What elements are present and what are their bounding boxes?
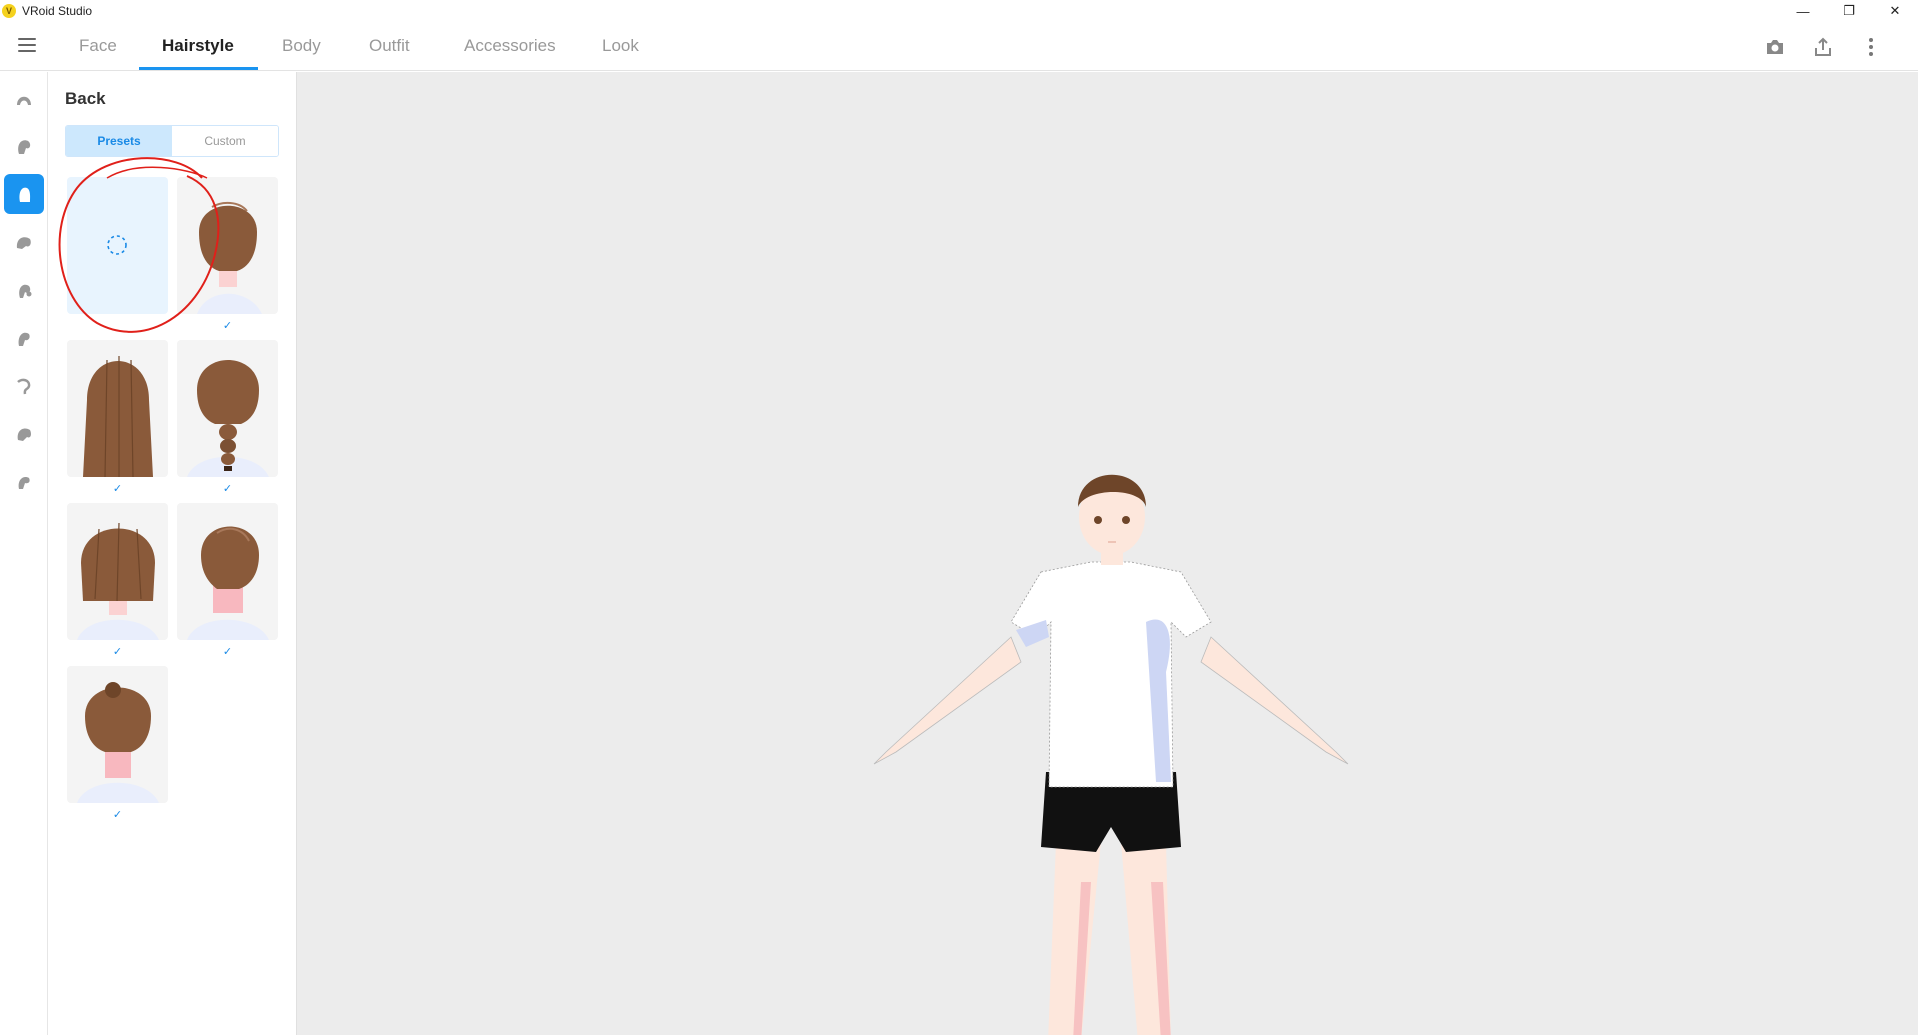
restore-button[interactable]: ❐ (1826, 0, 1872, 22)
tab-look[interactable]: Look (602, 36, 639, 56)
hair-curl-icon[interactable] (4, 366, 44, 406)
preset-check: ✓ (112, 646, 123, 658)
preset-bun[interactable] (67, 666, 168, 803)
camera-icon[interactable] (1762, 34, 1788, 60)
hair-extra-icon[interactable] (4, 318, 44, 358)
hair-front-icon[interactable] (4, 78, 44, 118)
tab-custom[interactable]: Custom (172, 126, 278, 156)
active-tab-indicator (139, 67, 258, 70)
preset-long-straight[interactable] (67, 340, 168, 477)
category-rail (0, 72, 48, 1035)
preset-check: ✓ (222, 320, 233, 332)
hair-full-icon[interactable] (4, 414, 44, 454)
hair-side-icon[interactable] (4, 126, 44, 166)
preset-bob-layered[interactable] (67, 503, 168, 640)
preset-check: ✓ (222, 646, 233, 658)
minimize-button[interactable]: — (1780, 0, 1826, 22)
hair-tail-icon[interactable] (4, 270, 44, 310)
top-nav: Face Hairstyle Body Outfit Accessories L… (0, 22, 1918, 71)
title-bar: V VRoid Studio — ❐ ✕ (0, 0, 1918, 22)
avatar-model (873, 474, 1349, 1035)
export-icon[interactable] (1810, 34, 1836, 60)
preset-check: ✓ (112, 483, 123, 495)
app-title: VRoid Studio (22, 4, 93, 18)
preset-short-bob[interactable] (177, 177, 278, 314)
tab-outfit[interactable]: Outfit (369, 36, 410, 56)
preset-custom-toggle: Presets Custom (65, 125, 279, 157)
model-viewport[interactable] (297, 72, 1918, 1035)
preset-side-swept[interactable] (177, 503, 278, 640)
tab-body[interactable]: Body (282, 36, 321, 56)
tab-hairstyle[interactable]: Hairstyle (162, 36, 234, 56)
hair-back-icon[interactable] (4, 174, 44, 214)
app-logo-icon: V (2, 4, 16, 18)
tab-face[interactable]: Face (79, 36, 117, 56)
preset-check: ✓ (112, 809, 123, 821)
close-button[interactable]: ✕ (1872, 0, 1918, 22)
hamburger-menu-icon[interactable] (18, 38, 36, 52)
hair-ahoge-icon[interactable] (4, 222, 44, 262)
preset-none[interactable] (67, 177, 168, 314)
more-vertical-icon[interactable] (1858, 34, 1884, 60)
tab-presets[interactable]: Presets (66, 126, 172, 156)
hair-base-icon[interactable] (4, 462, 44, 502)
preset-check: ✓ (222, 483, 233, 495)
hairstyle-panel: Back Presets Custom ✓ ✓ ✓ ✓ ✓ ✓ (49, 72, 297, 1035)
preset-braid[interactable] (177, 340, 278, 477)
tab-accessories[interactable]: Accessories (464, 36, 556, 56)
panel-title: Back (65, 89, 106, 108)
